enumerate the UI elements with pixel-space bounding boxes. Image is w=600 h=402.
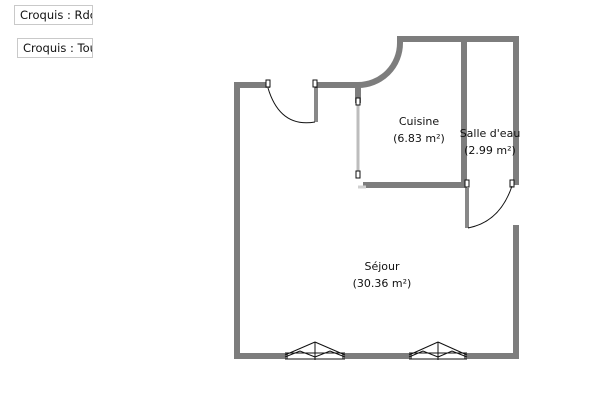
room-label-sejour: Séjour — [364, 260, 400, 273]
walls — [234, 36, 519, 359]
floor-plan: Cuisine (6.83 m²) Salle d'eau (2.99 m²) … — [234, 36, 521, 360]
room-area-cuisine: (6.83 m²) — [393, 132, 445, 145]
room-area-sejour: (30.36 m²) — [353, 277, 412, 290]
entrance-door — [265, 79, 318, 124]
wall-kitchen-arc — [354, 39, 404, 89]
room-label-cuisine: Cuisine — [399, 115, 439, 128]
window-left — [284, 341, 346, 360]
room-area-salle-deau: (2.99 m²) — [464, 144, 516, 157]
room-label-salle-deau: Salle d'eau — [460, 127, 521, 140]
bathroom-door — [464, 179, 515, 229]
window-right — [408, 341, 468, 360]
